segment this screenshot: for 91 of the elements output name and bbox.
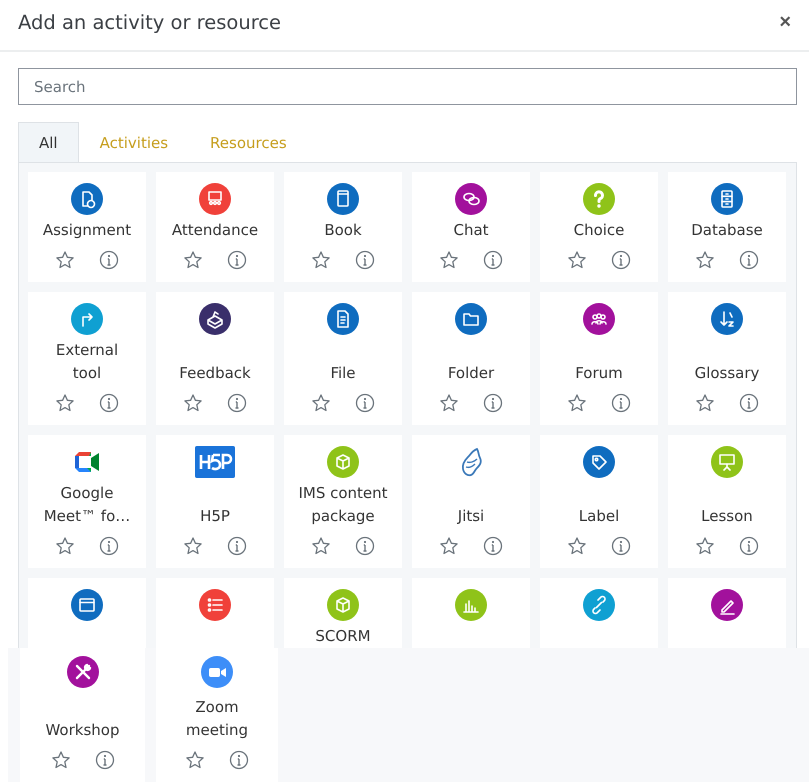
module-name: Attendance bbox=[170, 220, 260, 241]
module-card[interactable]: Forum bbox=[540, 292, 658, 425]
module-card[interactable]: Chat bbox=[412, 172, 530, 282]
info-icon[interactable] bbox=[99, 250, 119, 270]
module-name: Google Meet™ fo… bbox=[42, 483, 132, 527]
module-card[interactable]: Label bbox=[540, 435, 658, 568]
info-icon[interactable] bbox=[611, 536, 631, 556]
module-card[interactable]: Zoom meeting bbox=[156, 648, 278, 782]
star-icon[interactable] bbox=[183, 393, 203, 413]
info-icon[interactable] bbox=[611, 393, 631, 413]
star-icon[interactable] bbox=[185, 750, 205, 770]
star-icon[interactable] bbox=[439, 393, 459, 413]
info-icon[interactable] bbox=[229, 750, 249, 770]
module-card[interactable]: Folder bbox=[412, 292, 530, 425]
module-card[interactable] bbox=[28, 578, 146, 648]
star-icon[interactable] bbox=[695, 393, 715, 413]
module-card[interactable]: IMS content package bbox=[284, 435, 402, 568]
module-card[interactable]: Lesson bbox=[668, 435, 786, 568]
close-button[interactable]: × bbox=[775, 12, 795, 32]
info-icon[interactable] bbox=[227, 536, 247, 556]
star-icon[interactable] bbox=[55, 393, 75, 413]
info-icon[interactable] bbox=[611, 250, 631, 270]
info-icon[interactable] bbox=[739, 536, 759, 556]
module-name: File bbox=[329, 363, 357, 384]
module-card[interactable]: Book bbox=[284, 172, 402, 282]
info-icon[interactable] bbox=[355, 393, 375, 413]
module-card[interactable]: Attendance bbox=[156, 172, 274, 282]
module-card[interactable]: Workshop bbox=[20, 648, 145, 782]
module-name: Feedback bbox=[178, 363, 252, 384]
star-icon[interactable] bbox=[50, 750, 70, 770]
info-icon[interactable] bbox=[94, 750, 114, 770]
module-name: Book bbox=[323, 220, 363, 241]
star-icon[interactable] bbox=[55, 250, 75, 270]
star-icon[interactable] bbox=[567, 393, 587, 413]
module-name: Lesson bbox=[700, 506, 754, 527]
star-icon[interactable] bbox=[695, 536, 715, 556]
info-icon[interactable] bbox=[739, 393, 759, 413]
module-card[interactable]: Google Meet™ fo… bbox=[28, 435, 146, 568]
module-name: SCORM bbox=[314, 626, 372, 647]
module-card[interactable]: SCORM bbox=[284, 578, 402, 648]
info-icon[interactable] bbox=[99, 536, 119, 556]
module-name: IMS content package bbox=[297, 483, 389, 527]
module-name: Zoom meeting bbox=[184, 697, 250, 741]
star-icon[interactable] bbox=[439, 250, 459, 270]
h5p-logo-icon bbox=[195, 446, 235, 478]
star-icon[interactable] bbox=[439, 536, 459, 556]
info-icon[interactable] bbox=[355, 250, 375, 270]
module-name: Choice bbox=[572, 220, 626, 241]
module-card[interactable] bbox=[540, 578, 658, 648]
module-card[interactable]: Database bbox=[668, 172, 786, 282]
star-icon[interactable] bbox=[183, 536, 203, 556]
info-icon[interactable] bbox=[355, 536, 375, 556]
star-icon[interactable] bbox=[311, 250, 331, 270]
info-icon[interactable] bbox=[227, 250, 247, 270]
module-card[interactable]: Jitsi bbox=[412, 435, 530, 568]
star-icon[interactable] bbox=[567, 536, 587, 556]
info-icon[interactable] bbox=[99, 393, 119, 413]
module-name: Folder bbox=[446, 363, 496, 384]
info-icon[interactable] bbox=[483, 250, 503, 270]
module-card[interactable]: External tool bbox=[28, 292, 146, 425]
module-name: Jitsi bbox=[456, 506, 486, 527]
module-name: External tool bbox=[54, 340, 120, 384]
star-icon[interactable] bbox=[55, 536, 75, 556]
search-field[interactable]: Search bbox=[18, 68, 797, 105]
info-icon[interactable] bbox=[227, 393, 247, 413]
module-name: H5P bbox=[199, 506, 231, 527]
star-icon[interactable] bbox=[567, 250, 587, 270]
module-name: Chat bbox=[452, 220, 490, 241]
star-icon[interactable] bbox=[311, 536, 331, 556]
module-card[interactable]: Assignment bbox=[28, 172, 146, 282]
module-name: Glossary bbox=[694, 363, 760, 384]
tab[interactable]: All bbox=[18, 122, 79, 162]
dialog-title: Add an activity or resource bbox=[18, 10, 282, 34]
module-card[interactable]: Choice bbox=[540, 172, 658, 282]
info-icon[interactable] bbox=[483, 536, 503, 556]
info-icon[interactable] bbox=[739, 250, 759, 270]
module-card[interactable]: H5P bbox=[156, 435, 274, 568]
module-card[interactable]: File bbox=[284, 292, 402, 425]
module-name: Workshop bbox=[44, 720, 120, 741]
star-icon[interactable] bbox=[695, 250, 715, 270]
module-card[interactable]: Feedback bbox=[156, 292, 274, 425]
star-icon[interactable] bbox=[311, 393, 331, 413]
info-icon[interactable] bbox=[483, 393, 503, 413]
module-card[interactable]: Glossary bbox=[668, 292, 786, 425]
module-name: Assignment bbox=[42, 220, 132, 241]
module-card[interactable] bbox=[156, 578, 274, 648]
module-name: Label bbox=[578, 506, 620, 527]
star-icon[interactable] bbox=[183, 250, 203, 270]
module-card[interactable] bbox=[668, 578, 786, 648]
module-name: Database bbox=[690, 220, 764, 241]
module-name: Forum bbox=[574, 363, 624, 384]
